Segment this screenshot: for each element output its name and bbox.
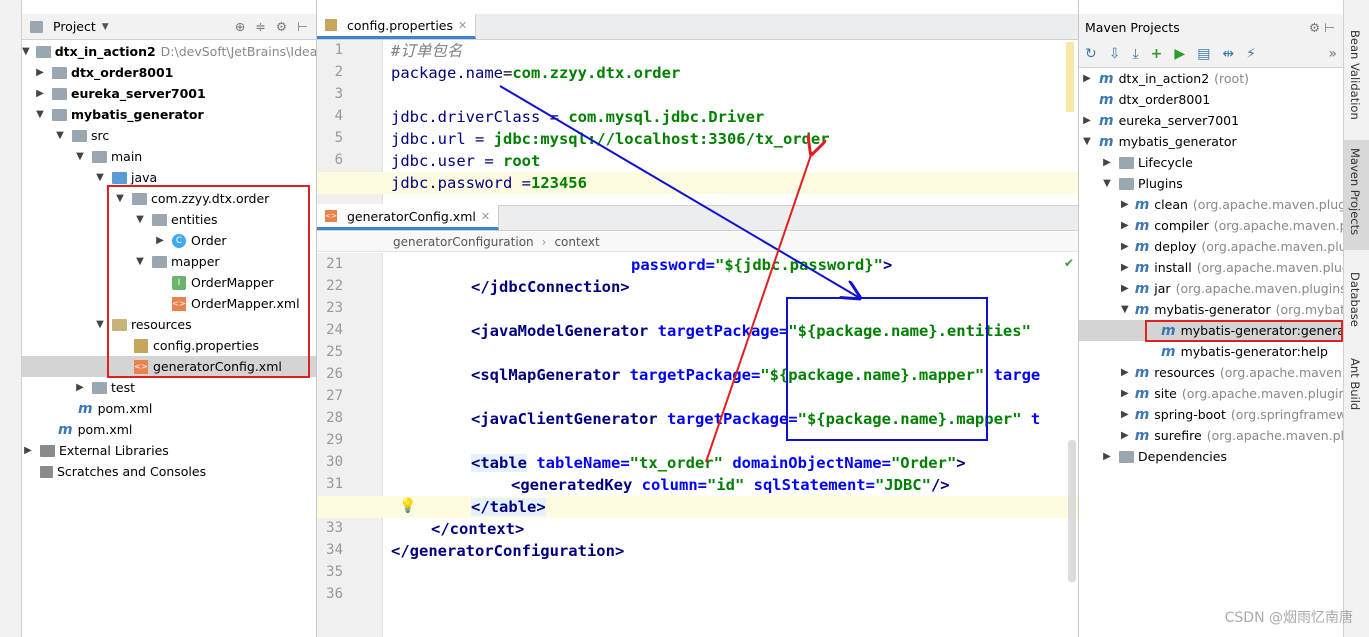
annotation-arrows [499,85,1369,463]
red-arrow [705,152,812,463]
watermark: CSDN @烟雨忆南唐 [1224,610,1353,626]
blue-arrow [499,85,858,297]
